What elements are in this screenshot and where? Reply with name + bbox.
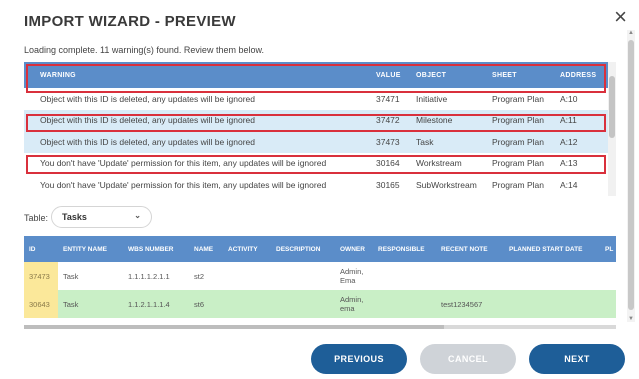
col-value[interactable]: VALUE xyxy=(372,62,412,88)
table-selector-dropdown[interactable]: Tasks ⌄ xyxy=(51,206,152,228)
warning-object: Workstream xyxy=(416,158,462,169)
table-row[interactable]: 30643 Task 1.1.2.1.1.1.4 st6 Admin, ema … xyxy=(24,290,616,318)
dialog-title: IMPORT WIZARD - PREVIEW xyxy=(24,13,236,30)
data-table-hscrollbar[interactable] xyxy=(24,325,616,329)
cell-planned-start xyxy=(504,262,600,290)
cell-pl xyxy=(600,290,616,318)
col-warning[interactable]: WARNING xyxy=(24,62,372,88)
cell-id: 30643 xyxy=(24,290,58,318)
cell-responsible xyxy=(373,262,436,290)
warning-address: A:13 xyxy=(560,158,578,169)
warnings-header-row: WARNING VALUE OBJECT SHEET ADDRESS xyxy=(24,62,608,88)
warning-address: A:10 xyxy=(560,93,578,104)
scroll-down-icon[interactable]: ▼ xyxy=(628,316,634,322)
cell-owner: Admin, Ema xyxy=(335,262,373,290)
table-row[interactable]: 37473 Task 1.1.1.1.2.1.1 st2 Admin, Ema xyxy=(24,262,616,290)
warning-value: 37472 xyxy=(372,109,412,131)
warning-row[interactable]: You don't have 'Update' permission for t… xyxy=(24,153,608,175)
warning-object: Task xyxy=(412,131,488,153)
warning-address: A:12 xyxy=(556,131,608,153)
warning-address: A:14 xyxy=(560,179,578,190)
col-object[interactable]: OBJECT xyxy=(412,62,488,88)
cell-activity xyxy=(223,262,271,290)
col-entity-name[interactable]: ENTITY NAME xyxy=(58,236,123,262)
warning-text: You don't have 'Update' permission for t… xyxy=(40,179,327,190)
warning-text: Object with this ID is deleted, any upda… xyxy=(24,109,372,131)
cell-description xyxy=(271,262,335,290)
cell-entity: Task xyxy=(58,290,123,318)
col-activity[interactable]: ACTIVITY xyxy=(223,236,271,262)
cell-entity: Task xyxy=(58,262,123,290)
warning-row[interactable]: Object with this ID is deleted, any upda… xyxy=(24,88,608,110)
warnings-scrollbar[interactable] xyxy=(608,62,616,196)
next-button[interactable]: NEXT xyxy=(529,344,625,374)
cancel-button[interactable]: CANCEL xyxy=(420,344,516,374)
warning-row[interactable]: Object with this ID is deleted, any upda… xyxy=(24,109,608,131)
hscrollbar-thumb[interactable] xyxy=(24,325,444,329)
warning-object: Milestone xyxy=(412,109,488,131)
warning-row[interactable]: You don't have 'Update' permission for t… xyxy=(24,174,608,196)
col-sheet[interactable]: SHEET xyxy=(488,62,556,88)
status-message: Loading complete. 11 warning(s) found. R… xyxy=(24,45,264,55)
warning-value: 37471 xyxy=(376,93,400,104)
cell-owner: Admin, ema xyxy=(335,290,373,318)
cell-wbs: 1.1.2.1.1.1.4 xyxy=(123,290,189,318)
warning-text: Object with this ID is deleted, any upda… xyxy=(24,131,372,153)
cell-note xyxy=(436,262,504,290)
warning-sheet: Program Plan xyxy=(492,179,544,190)
warning-sheet: Program Plan xyxy=(488,109,556,131)
col-recent-note[interactable]: RECENT NOTE xyxy=(436,236,504,262)
warning-sheet: Program Plan xyxy=(488,131,556,153)
previous-button[interactable]: PREVIOUS xyxy=(311,344,407,374)
cell-name: st6 xyxy=(189,290,223,318)
data-table: ID ENTITY NAME WBS NUMBER NAME ACTIVITY … xyxy=(24,236,616,318)
warning-value: 30164 xyxy=(376,158,400,169)
cell-id: 37473 xyxy=(24,262,58,290)
warning-object: Initiative xyxy=(416,93,448,104)
cell-activity xyxy=(223,290,271,318)
col-id[interactable]: ID xyxy=(24,236,58,262)
cell-planned-start xyxy=(504,290,600,318)
cell-wbs: 1.1.1.1.2.1.1 xyxy=(123,262,189,290)
dialog-scrollbar-thumb[interactable] xyxy=(628,40,634,310)
warnings-table-container: WARNING VALUE OBJECT SHEET ADDRESS Objec… xyxy=(24,62,608,196)
warning-object: SubWorkstream xyxy=(416,179,477,190)
scroll-up-icon[interactable]: ▲ xyxy=(628,30,634,36)
col-wbs-number[interactable]: WBS NUMBER xyxy=(123,236,189,262)
col-name[interactable]: NAME xyxy=(189,236,223,262)
cell-note: test1234567 xyxy=(436,290,504,318)
warnings-table: WARNING VALUE OBJECT SHEET ADDRESS Objec… xyxy=(24,62,608,196)
col-responsible[interactable]: RESPONSIBLE xyxy=(373,236,436,262)
warning-sheet: Program Plan xyxy=(492,93,544,104)
warning-sheet: Program Plan xyxy=(492,158,544,169)
warning-value: 37473 xyxy=(372,131,412,153)
chevron-down-icon: ⌄ xyxy=(134,211,141,220)
data-table-container: ID ENTITY NAME WBS NUMBER NAME ACTIVITY … xyxy=(24,236,616,326)
warning-text: You don't have 'Update' permission for t… xyxy=(40,158,327,169)
dialog-scrollbar[interactable]: ▲ ▼ xyxy=(627,30,635,322)
warning-value: 30165 xyxy=(376,179,400,190)
col-description[interactable]: DESCRIPTION xyxy=(271,236,335,262)
cell-description xyxy=(271,290,335,318)
col-address[interactable]: ADDRESS xyxy=(556,62,608,88)
warning-text: Object with this ID is deleted, any upda… xyxy=(40,93,255,104)
table-selector-value: Tasks xyxy=(62,212,87,222)
warning-row[interactable]: Object with this ID is deleted, any upda… xyxy=(24,131,608,153)
close-icon[interactable]: × xyxy=(614,6,627,28)
col-owner[interactable]: OWNER xyxy=(335,236,373,262)
warning-address: A:11 xyxy=(556,109,608,131)
cell-name: st2 xyxy=(189,262,223,290)
data-header-row: ID ENTITY NAME WBS NUMBER NAME ACTIVITY … xyxy=(24,236,616,262)
cell-pl xyxy=(600,262,616,290)
col-pl[interactable]: PL xyxy=(600,236,616,262)
cell-responsible xyxy=(373,290,436,318)
col-planned-start-date[interactable]: PLANNED START DATE xyxy=(504,236,600,262)
warnings-scrollbar-thumb[interactable] xyxy=(609,76,615,138)
table-selector-label: Table: xyxy=(24,213,49,223)
